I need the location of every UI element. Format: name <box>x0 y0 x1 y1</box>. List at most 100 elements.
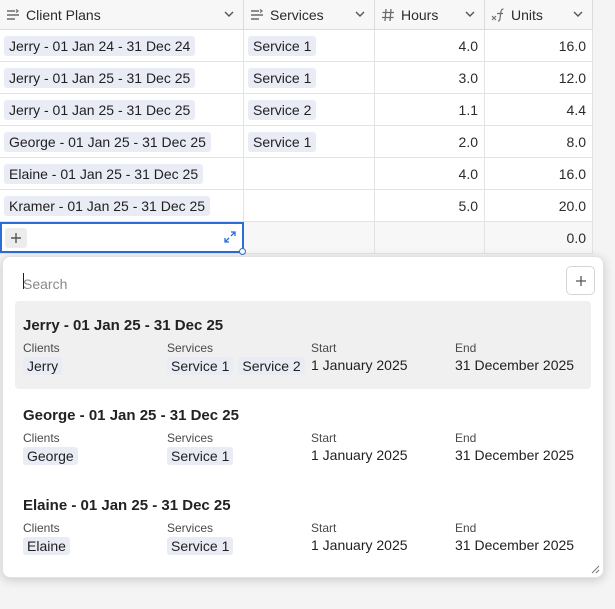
fill-handle[interactable] <box>239 248 246 255</box>
client-plan-chip[interactable]: George - 01 Jan 25 - 31 Dec 25 <box>4 131 211 152</box>
start-value: 1 January 2025 <box>311 447 408 463</box>
text-caret <box>23 273 24 289</box>
units-cell[interactable]: 8.0 <box>485 126 593 157</box>
clients-label: Clients <box>23 431 60 445</box>
hours-cell[interactable]: 1.1 <box>375 94 485 125</box>
plus-icon <box>575 275 586 286</box>
services-cell[interactable]: Service 2 <box>244 94 375 125</box>
column-header-label: Client Plans <box>26 6 101 23</box>
expand-icon[interactable] <box>223 230 237 244</box>
record-option[interactable]: George - 01 Jan 25 - 31 Dec 25 Clients S… <box>15 391 591 479</box>
end-label: End <box>455 341 477 355</box>
client-plan-cell[interactable]: Elaine - 01 Jan 25 - 31 Dec 25 <box>0 158 244 189</box>
linked-record-icon <box>6 8 20 22</box>
grid-header: Client Plans Services Hours Units <box>0 0 593 30</box>
record-title: George - 01 Jan 25 - 31 Dec 25 <box>23 407 239 424</box>
end-value: 31 December 2025 <box>455 447 575 463</box>
record-title: Elaine - 01 Jan 25 - 31 Dec 25 <box>23 497 231 514</box>
data-grid: Client Plans Services Hours Units Jerry <box>0 0 593 255</box>
services-label: Services <box>167 431 214 445</box>
column-header-client-plans[interactable]: Client Plans <box>0 0 244 29</box>
service-chip[interactable]: Service 1 <box>248 131 317 152</box>
column-header-label: Services <box>270 6 324 23</box>
client-plan-cell[interactable]: Jerry - 01 Jan 24 - 31 Dec 24 <box>0 30 244 61</box>
services-cell[interactable]: Service 1 <box>244 126 375 157</box>
client-plan-cell[interactable]: Jerry - 01 Jan 25 - 31 Dec 25 <box>0 62 244 93</box>
chevron-down-icon[interactable] <box>354 8 366 20</box>
service-chip: Service 1 <box>167 357 234 375</box>
units-cell[interactable]: 16.0 <box>485 158 593 189</box>
column-header-units[interactable]: Units <box>485 0 593 29</box>
chevron-down-icon[interactable] <box>572 8 584 20</box>
service-chip[interactable]: Service 1 <box>248 67 317 88</box>
client-chip: Elaine <box>23 537 70 555</box>
column-header-services[interactable]: Services <box>244 0 375 29</box>
record-picker-popup: Jerry - 01 Jan 25 - 31 Dec 25 Clients Se… <box>2 256 604 578</box>
table-row[interactable]: Kramer - 01 Jan 25 - 31 Dec 25 5.0 20.0 <box>0 190 593 222</box>
record-title: Jerry - 01 Jan 25 - 31 Dec 25 <box>23 317 224 334</box>
services-cell[interactable]: Service 1 <box>244 62 375 93</box>
units-cell[interactable]: 16.0 <box>485 30 593 61</box>
resize-handle-icon[interactable] <box>591 565 600 574</box>
table-row[interactable]: Jerry - 01 Jan 25 - 31 Dec 25 Service 1 … <box>0 62 593 94</box>
client-plan-cell[interactable]: Kramer - 01 Jan 25 - 31 Dec 25 <box>0 190 244 221</box>
add-link-button[interactable] <box>5 227 27 248</box>
chevron-down-icon[interactable] <box>464 8 476 20</box>
chevron-down-icon[interactable] <box>223 8 235 20</box>
client-plan-chip[interactable]: Elaine - 01 Jan 25 - 31 Dec 25 <box>4 163 204 184</box>
table-row[interactable]: George - 01 Jan 25 - 31 Dec 25 Service 1… <box>0 126 593 158</box>
selected-client-plan-cell[interactable] <box>0 222 246 255</box>
table-row[interactable]: Elaine - 01 Jan 25 - 31 Dec 25 4.0 16.0 <box>0 158 593 190</box>
end-label: End <box>455 521 477 535</box>
units-cell[interactable]: 4.4 <box>485 94 593 125</box>
start-value: 1 January 2025 <box>311 357 408 373</box>
new-row[interactable]: 0.0 <box>0 222 593 255</box>
units-cell[interactable]: 20.0 <box>485 190 593 221</box>
hours-cell[interactable]: 3.0 <box>375 62 485 93</box>
end-value: 31 December 2025 <box>455 357 575 373</box>
client-chip: Jerry <box>23 357 63 375</box>
service-chip: Service 1 <box>167 537 234 555</box>
client-plan-cell[interactable]: Jerry - 01 Jan 25 - 31 Dec 25 <box>0 94 244 125</box>
search-input[interactable] <box>23 273 543 295</box>
end-label: End <box>455 431 477 445</box>
column-header-label: Units <box>511 6 543 23</box>
hours-cell[interactable]: 4.0 <box>375 30 485 61</box>
clients-label: Clients <box>23 521 60 535</box>
record-option[interactable]: Elaine - 01 Jan 25 - 31 Dec 25 Clients S… <box>15 481 591 569</box>
service-chip[interactable]: Service 1 <box>248 35 317 56</box>
start-label: Start <box>311 521 337 535</box>
client-plan-chip[interactable]: Jerry - 01 Jan 25 - 31 Dec 25 <box>4 99 196 120</box>
client-plan-chip[interactable]: Jerry - 01 Jan 24 - 31 Dec 24 <box>4 35 196 56</box>
hours-cell[interactable]: 5.0 <box>375 190 485 221</box>
hours-cell[interactable] <box>375 222 485 253</box>
client-plan-chip[interactable]: Jerry - 01 Jan 25 - 31 Dec 25 <box>4 67 196 88</box>
table-row[interactable]: Jerry - 01 Jan 25 - 31 Dec 25 Service 2 … <box>0 94 593 126</box>
record-option[interactable]: Jerry - 01 Jan 25 - 31 Dec 25 Clients Se… <box>15 301 591 389</box>
table-row[interactable]: Jerry - 01 Jan 24 - 31 Dec 24 Service 1 … <box>0 30 593 62</box>
service-chip: Service 1 <box>167 447 234 465</box>
services-cell[interactable]: Service 1 <box>244 30 375 61</box>
end-value: 31 December 2025 <box>455 537 575 553</box>
units-cell[interactable]: 0.0 <box>485 222 593 253</box>
create-record-button[interactable] <box>566 266 595 295</box>
start-label: Start <box>311 341 337 355</box>
hours-cell[interactable]: 2.0 <box>375 126 485 157</box>
clients-label: Clients <box>23 341 60 355</box>
linked-record-icon <box>250 8 264 22</box>
client-plan-chip[interactable]: Kramer - 01 Jan 25 - 31 Dec 25 <box>4 195 211 216</box>
number-icon <box>381 8 395 22</box>
client-plan-cell[interactable]: George - 01 Jan 25 - 31 Dec 25 <box>0 126 244 157</box>
service-chip[interactable]: Service 2 <box>248 99 317 120</box>
services-cell[interactable] <box>244 190 375 221</box>
services-cell[interactable] <box>244 158 375 189</box>
units-cell[interactable]: 12.0 <box>485 62 593 93</box>
services-cell[interactable] <box>244 222 375 253</box>
column-header-hours[interactable]: Hours <box>375 0 485 29</box>
service-chip: Service 2 <box>238 357 305 375</box>
client-chip: George <box>23 447 78 465</box>
plus-icon <box>11 232 21 243</box>
column-header-label: Hours <box>401 6 439 23</box>
formula-icon <box>491 7 505 22</box>
hours-cell[interactable]: 4.0 <box>375 158 485 189</box>
